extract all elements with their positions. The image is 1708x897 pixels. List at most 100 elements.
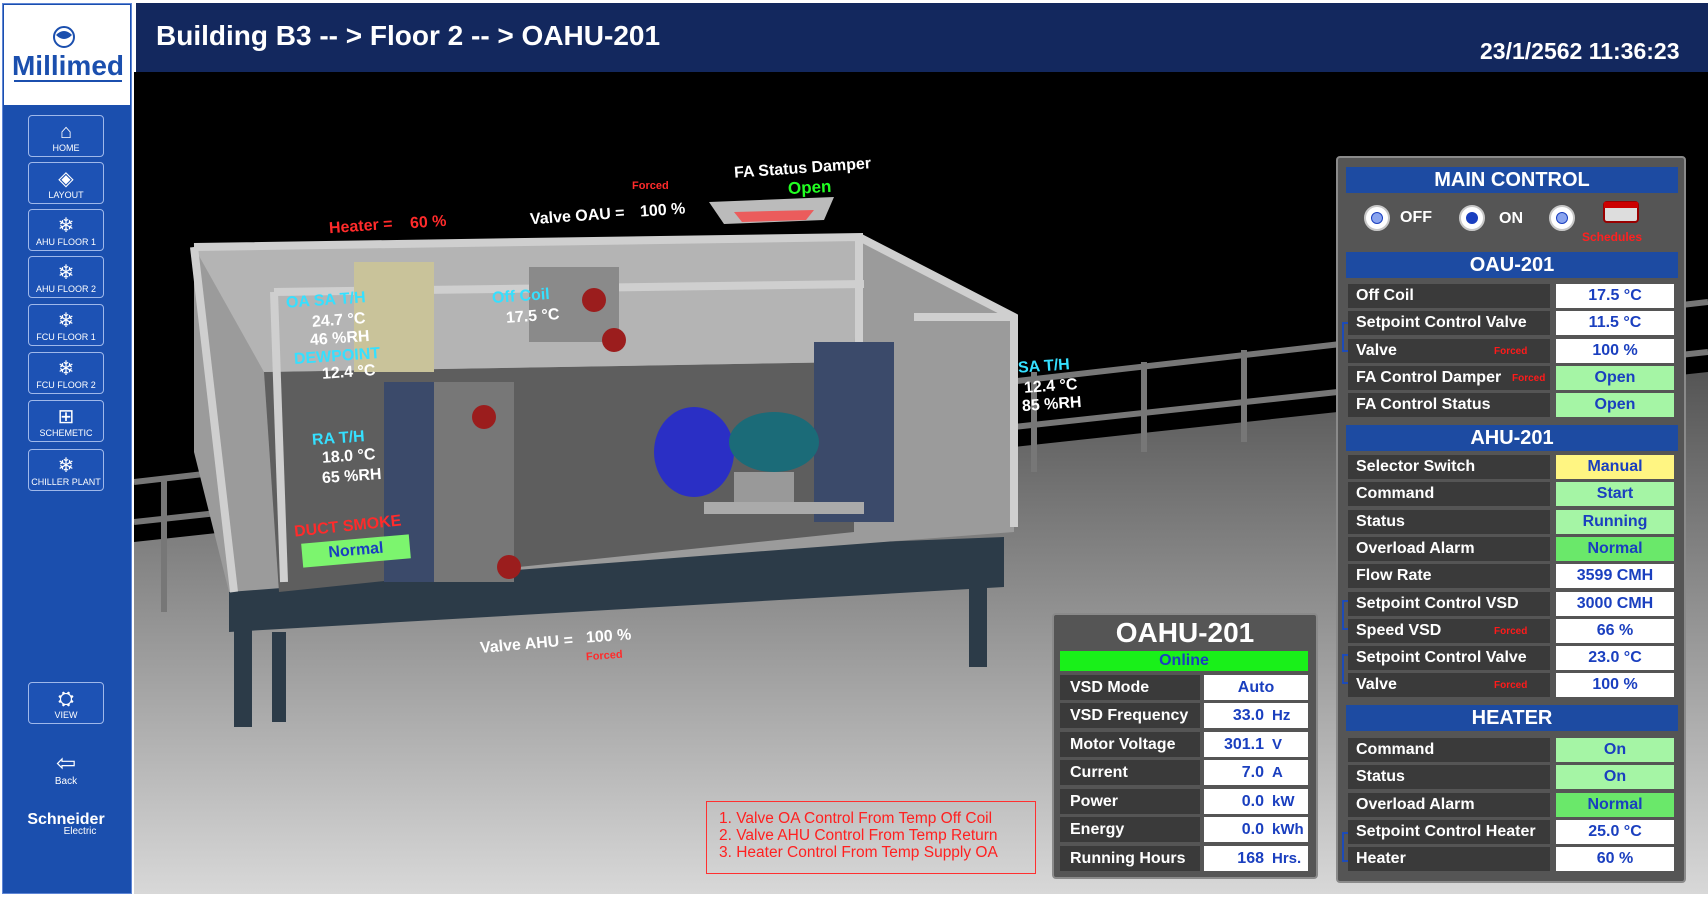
oahu-value-unit: V bbox=[1272, 735, 1283, 753]
oahu-value-number: 7.0 bbox=[1241, 764, 1264, 781]
oahu-value-number: 0.0 bbox=[1241, 821, 1264, 838]
oahu-value-unit: kW bbox=[1272, 792, 1295, 810]
valve-ahu-value: 100 % bbox=[585, 626, 632, 647]
nav-button-ahu-floor-2[interactable]: ❄ AHU FLOOR 2 bbox=[28, 256, 104, 298]
home-icon: ⌂ bbox=[59, 121, 73, 143]
on-radio-label: ON bbox=[1499, 210, 1523, 227]
view-button[interactable]: ⛭ VIEW bbox=[28, 682, 104, 724]
ra-temp: 18.0 °C bbox=[321, 446, 377, 467]
nav-label: FCU FLOOR 1 bbox=[36, 332, 96, 342]
oahu-row-label: VSD Frequency bbox=[1060, 703, 1200, 728]
heater-bracket bbox=[1342, 832, 1348, 862]
heater-row-value: Normal bbox=[1556, 792, 1674, 817]
oahu-row-value: 301.1 V bbox=[1204, 731, 1308, 757]
heater-row-value: On bbox=[1556, 765, 1674, 790]
oau-row-value: 100 % bbox=[1556, 338, 1674, 363]
nav-label: FCU FLOOR 2 bbox=[36, 380, 96, 390]
sa-title: SA T/H bbox=[1017, 356, 1071, 377]
oahu-row-label: Running Hours bbox=[1060, 845, 1200, 871]
oahu-online-badge: Online bbox=[1060, 651, 1308, 671]
oahu-row-value: 0.0 kW bbox=[1204, 788, 1308, 814]
oahu-row-label: Energy bbox=[1060, 817, 1200, 842]
oau-row-value: 17.5 °C bbox=[1556, 284, 1674, 308]
oau-row-value: 11.5 °C bbox=[1556, 311, 1674, 336]
off-radio[interactable] bbox=[1364, 205, 1390, 231]
nav-button-ahu-floor-1[interactable]: ❄ AHU FLOOR 1 bbox=[28, 209, 104, 251]
heater-row-label: Command bbox=[1348, 738, 1550, 762]
heater-row-value: On bbox=[1556, 738, 1674, 762]
oau-row-label: Off Coil bbox=[1348, 284, 1550, 308]
fa-damper-status: Open bbox=[787, 176, 832, 199]
off-coil-value: 17.5 °C bbox=[505, 306, 561, 327]
nav-label: AHU FLOOR 1 bbox=[35, 237, 96, 247]
nav-button-chiller-plant[interactable]: ❄ CHILLER PLANT bbox=[28, 449, 104, 491]
fan-icon: ❄ bbox=[57, 358, 75, 380]
ahu-row-value: Start bbox=[1556, 482, 1674, 507]
heater-header: HEATER bbox=[1346, 705, 1678, 731]
heater-value: 60 % bbox=[409, 212, 447, 233]
note-item: 1. Valve OA Control From Temp Off Coil bbox=[719, 810, 993, 827]
heater-row-label: Overload Alarm bbox=[1348, 792, 1550, 817]
ahu-row-label: Selector Switch bbox=[1348, 455, 1550, 479]
ahu-header: AHU-201 bbox=[1346, 425, 1678, 451]
ahu-vsd-bracket bbox=[1342, 600, 1348, 630]
oahu-row-value: 168 Hrs. bbox=[1204, 845, 1308, 871]
ahu-row-value: 3000 CMH bbox=[1556, 591, 1674, 616]
oahu-value-unit: A bbox=[1272, 764, 1283, 781]
nav-button-fcu-floor-1[interactable]: ❄ FCU FLOOR 1 bbox=[28, 304, 104, 346]
oahu-row-value: 0.0 kWh bbox=[1204, 817, 1308, 842]
fan-icon: ❄ bbox=[57, 262, 75, 284]
ahu-row-label: Flow Rate bbox=[1348, 564, 1550, 589]
ahu-row-value: 23.0 °C bbox=[1556, 646, 1674, 671]
vsd-mode-value[interactable]: Auto bbox=[1204, 675, 1308, 700]
oau-forced-tag: Forced bbox=[1494, 345, 1528, 357]
heater-row-value: 60 % bbox=[1556, 847, 1674, 872]
ahu-row-label: Overload Alarm bbox=[1348, 536, 1550, 561]
ahu-row-label: Setpoint Control Valve bbox=[1348, 646, 1550, 671]
ahu-row-value: Manual bbox=[1556, 455, 1674, 479]
datetime: 23/1/2562 11:36:23 bbox=[1480, 38, 1680, 64]
on-radio[interactable] bbox=[1459, 205, 1485, 231]
nav-label: SCHEMETIC bbox=[39, 428, 93, 438]
ahu-forced-tag: Forced bbox=[1494, 680, 1528, 692]
nav-button-fcu-floor-2[interactable]: ❄ FCU FLOOR 2 bbox=[28, 352, 104, 394]
nav-button-home[interactable]: ⌂ HOME bbox=[28, 115, 104, 157]
control-notes: 1. Valve OA Control From Temp Off Coil 2… bbox=[706, 801, 1036, 874]
schedules-label: Schedules bbox=[1582, 230, 1643, 244]
back-arrow-icon: ⇦ bbox=[55, 750, 77, 777]
nav-label: CHILLER PLANT bbox=[31, 477, 101, 487]
dewpoint-value: 12.4 °C bbox=[321, 362, 377, 383]
logo-text: Millimed bbox=[11, 50, 124, 81]
millimed-logo: Millimed bbox=[4, 5, 130, 105]
ahu-row-value: Running bbox=[1556, 509, 1674, 534]
oahu-row-label: Motor Voltage bbox=[1060, 731, 1200, 757]
schedules-radio[interactable] bbox=[1549, 205, 1575, 231]
oau-row-value: Open bbox=[1556, 365, 1674, 390]
view-icon: ⛭ bbox=[58, 688, 74, 710]
oahu-value-number: 168 bbox=[1237, 849, 1264, 867]
oahu-value-unit: Hrs. bbox=[1272, 849, 1302, 867]
oau-header: OAU-201 bbox=[1346, 252, 1678, 278]
valve-oau-value: 100 % bbox=[639, 200, 686, 221]
schneider-logo: Schneider Electric bbox=[12, 811, 120, 837]
schematic-icon: ⊞ bbox=[57, 406, 75, 428]
note-item: 3. Heater Control From Temp Supply OA bbox=[719, 844, 998, 861]
oahu-value-unit: kWh bbox=[1272, 821, 1304, 838]
back-button[interactable]: ⇦ Back bbox=[30, 750, 102, 788]
ahu-row-value: 66 % bbox=[1556, 618, 1674, 643]
fan-icon: ❄ bbox=[57, 455, 75, 477]
view-label: VIEW bbox=[54, 710, 78, 720]
nav-button-layout[interactable]: ◈ LAYOUT bbox=[28, 162, 104, 204]
oau-row-label: FA Control Status bbox=[1348, 393, 1550, 418]
oahu-row-value: 7.0 A bbox=[1204, 760, 1308, 785]
valve-ahu-forced: Forced bbox=[585, 648, 624, 664]
ahu-row-value: 3599 CMH bbox=[1556, 564, 1674, 589]
oau-forced-tag: Forced bbox=[1512, 372, 1546, 384]
calendar-icon[interactable] bbox=[1598, 198, 1644, 226]
vsd-mode-label: VSD Mode bbox=[1060, 675, 1200, 700]
note-item: 2. Valve AHU Control From Temp Return bbox=[719, 827, 998, 844]
nav-button-schemetic[interactable]: ⊞ SCHEMETIC bbox=[28, 400, 104, 442]
oau-row-label: Setpoint Control Valve bbox=[1348, 311, 1550, 336]
back-label: Back bbox=[54, 776, 78, 787]
oahu-title: OAHU-201 bbox=[1115, 617, 1255, 648]
